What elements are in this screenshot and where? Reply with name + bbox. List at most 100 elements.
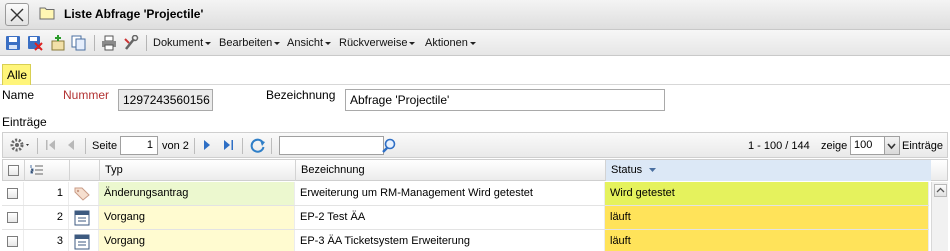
calendar-icon: [74, 234, 90, 250]
new-icon[interactable]: [50, 35, 66, 51]
pager-separator: [85, 138, 86, 154]
bezeichnung-label: Bezeichnung: [266, 88, 336, 102]
row-icon-cell: [69, 230, 99, 251]
scroll-up-button[interactable]: [934, 184, 947, 197]
column-header-status-label: Status: [611, 164, 643, 176]
row-checkbox[interactable]: [7, 212, 18, 223]
menu-label: Ansicht: [287, 37, 324, 49]
menu-rueckverweise[interactable]: Rückverweise: [339, 37, 416, 49]
select-all-cell: [3, 160, 25, 181]
first-page-icon[interactable]: [45, 139, 57, 151]
last-page-icon[interactable]: [222, 139, 234, 151]
search-input[interactable]: [279, 136, 384, 155]
refresh-icon[interactable]: [249, 137, 267, 154]
chevron-down-icon: [325, 41, 332, 45]
row-number: 1: [24, 182, 69, 205]
title-bar: Liste Abfrage 'Projectile': [0, 0, 950, 30]
folder-icon: [39, 7, 55, 20]
close-icon: [10, 8, 24, 22]
numbered-list-icon: [30, 165, 43, 175]
tools-icon[interactable]: [123, 35, 139, 51]
menu-label: Bearbeiten: [219, 37, 273, 49]
cell-bezeichnung: Erweiterung um RM-Management Wird getest…: [295, 182, 605, 205]
page-size-select[interactable]: 100: [850, 136, 900, 155]
cell-bezeichnung: EP-3 ÄA Ticketsystem Erweiterung: [295, 230, 605, 251]
menu-label: Aktionen: [425, 37, 468, 49]
eintraege-suffix: Einträge: [902, 140, 943, 152]
calendar-icon: [74, 210, 90, 226]
pager-separator: [271, 138, 272, 154]
chevron-down-icon: [409, 41, 416, 45]
table-row[interactable]: 1 Änderungsantrag Erweiterung um RM-Mana…: [2, 182, 929, 206]
cell-typ: Änderungsantrag: [99, 182, 295, 205]
name-label: Name: [2, 88, 35, 102]
row-checkbox[interactable]: [7, 236, 18, 247]
search-icon[interactable]: [381, 136, 399, 155]
record-range: 1 - 100 / 144: [748, 140, 810, 152]
pager-separator: [37, 138, 38, 154]
row-select-cell: [2, 206, 24, 229]
menu-label: Rückverweise: [339, 37, 408, 49]
cell-bezeichnung: EP-2 Test ÄA: [295, 206, 605, 229]
menu-aktionen[interactable]: Aktionen: [425, 37, 476, 49]
main-toolbar: Dokument Bearbeiten Ansicht Rückverweise…: [0, 30, 950, 56]
cell-typ: Vorgang: [99, 206, 295, 229]
pager-separator: [194, 138, 195, 154]
copy-icon[interactable]: [71, 35, 87, 51]
seite-label: Seite: [92, 140, 118, 152]
pager-separator: [242, 138, 243, 154]
cell-typ: Vorgang: [99, 230, 295, 251]
icon-column-header: [70, 160, 100, 181]
row-icon-cell: [69, 206, 99, 229]
vertical-scrollbar[interactable]: [931, 182, 948, 251]
save-close-icon[interactable]: [27, 35, 43, 51]
chevron-down-icon: [884, 137, 899, 154]
row-checkbox[interactable]: [7, 188, 18, 199]
row-number: 3: [24, 230, 69, 251]
page-size-value: 100: [854, 139, 873, 151]
page-number-input[interactable]: 1: [120, 136, 158, 155]
nummer-field[interactable]: 1297243560156: [118, 89, 213, 111]
menu-dokument[interactable]: Dokument: [153, 37, 212, 49]
eintraege-label: Einträge: [2, 115, 47, 129]
row-icon-cell: [69, 182, 99, 205]
row-number: 2: [24, 206, 69, 229]
bezeichnung-field[interactable]: Abfrage 'Projectile': [345, 89, 665, 111]
row-number-header[interactable]: [25, 160, 70, 181]
chevron-down-icon: [469, 41, 476, 45]
column-header-typ[interactable]: Typ: [100, 160, 296, 181]
menu-label: Dokument: [153, 37, 204, 49]
save-icon[interactable]: [5, 35, 21, 51]
table-row[interactable]: 3 Vorgang EP-3 ÄA Ticketsystem Erweiteru…: [2, 230, 929, 251]
window-title: Liste Abfrage 'Projectile': [64, 7, 204, 21]
table-row[interactable]: 2 Vorgang EP-2 Test ÄA läuft: [2, 206, 929, 230]
close-button[interactable]: [5, 3, 29, 26]
zeige-label: zeige: [821, 140, 848, 152]
sort-desc-icon: [649, 168, 657, 172]
chevron-down-icon: [205, 41, 212, 45]
gear-icon[interactable]: [9, 137, 31, 153]
prev-page-icon[interactable]: [66, 139, 76, 151]
row-select-cell: [2, 182, 24, 205]
table-header: Typ Bezeichnung Status: [2, 159, 948, 181]
cell-status: Wird getestet: [605, 182, 929, 205]
cell-status: läuft: [605, 206, 929, 229]
chevron-down-icon: [274, 41, 281, 45]
tag-icon: [74, 187, 90, 201]
select-all-checkbox[interactable]: [8, 165, 19, 176]
tab-strip: Alle: [0, 57, 950, 85]
page-count-label: von 2: [162, 140, 189, 152]
toolbar-separator: [94, 35, 95, 51]
column-header-status[interactable]: Status: [606, 160, 931, 181]
column-header-bezeichnung[interactable]: Bezeichnung: [296, 160, 606, 181]
cell-status: läuft: [605, 230, 929, 251]
grid-toolbar: Seite 1 von 2 1 - 100 / 144 zeige 100 Ei…: [2, 132, 948, 158]
next-page-icon[interactable]: [202, 139, 212, 151]
toolbar-separator: [146, 35, 147, 51]
row-select-cell: [2, 230, 24, 251]
print-icon[interactable]: [101, 35, 117, 51]
menu-bearbeiten[interactable]: Bearbeiten: [219, 37, 281, 49]
menu-ansicht[interactable]: Ansicht: [287, 37, 332, 49]
tab-alle[interactable]: Alle: [2, 64, 31, 85]
chevron-up-icon: [936, 187, 945, 193]
